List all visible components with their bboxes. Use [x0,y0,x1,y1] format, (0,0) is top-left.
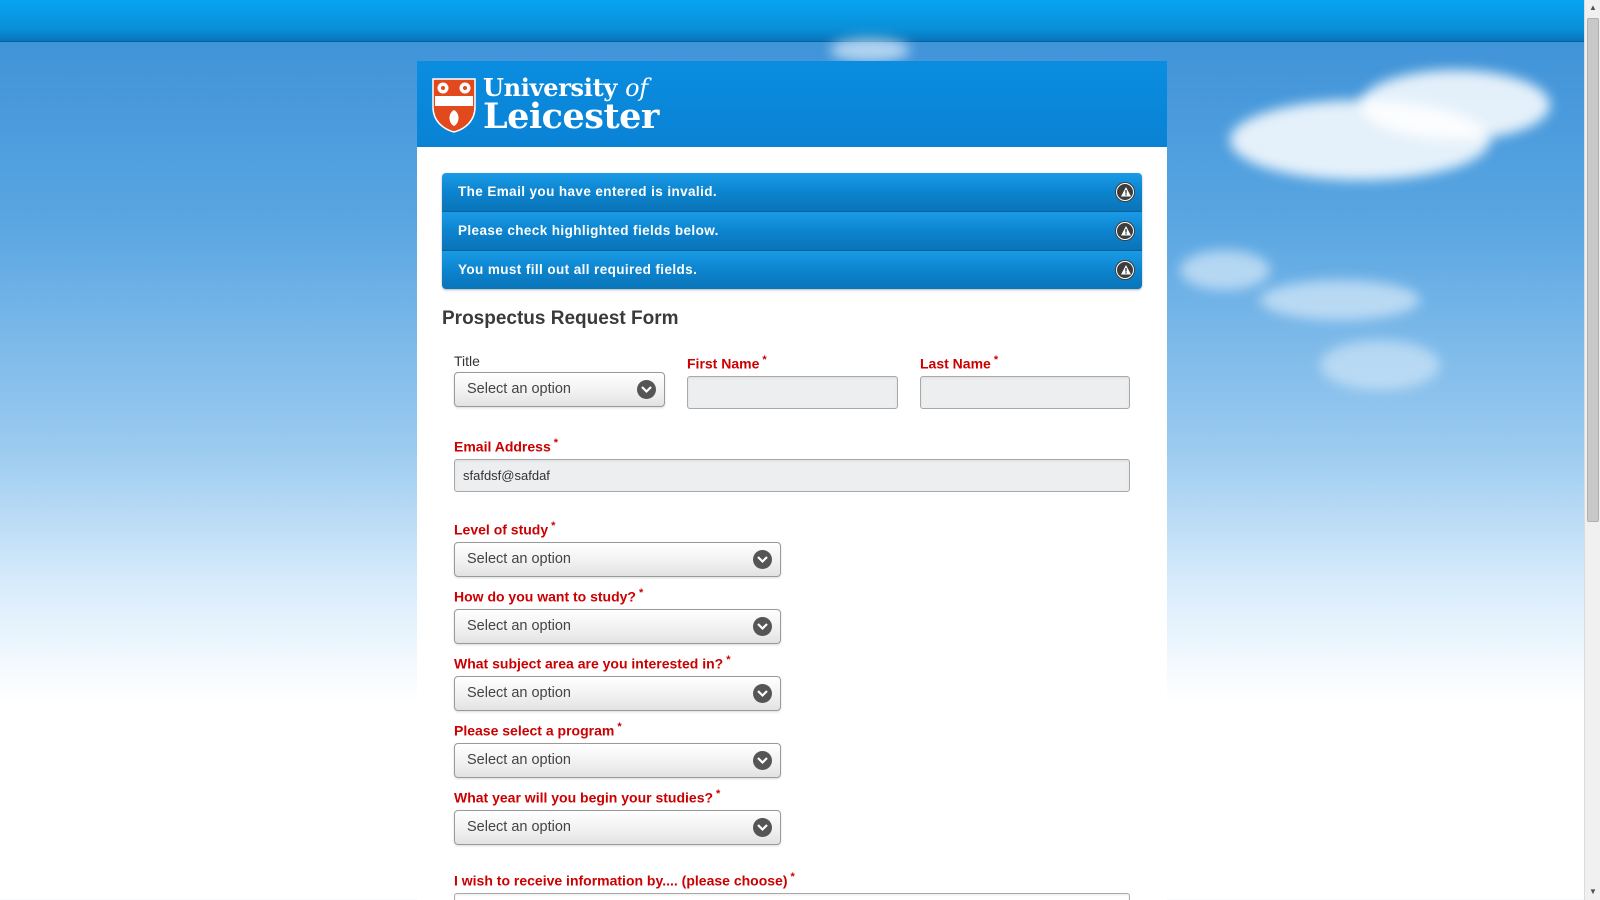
form-container: University of Leicester The Email you ha… [417,61,1167,900]
title-select-value: Select an option [467,381,571,397]
scroll-thumb[interactable] [1587,18,1599,522]
alert-text: The Email you have entered is invalid. [458,184,718,199]
study-mode-label-text: How do you want to study? [454,588,636,605]
subject-area-label: What subject area are you interested in?… [454,654,730,672]
program-select[interactable]: Select an option [454,743,781,778]
program-label-text: Please select a program [454,722,615,739]
warning-icon [1116,183,1134,201]
start-year-label: What year will you begin your studies? * [454,788,720,806]
contact-method-label-text: I wish to receive information by.... (pl… [454,872,788,889]
university-wordmark: University of Leicester [483,76,659,137]
alert-text: You must fill out all required fields. [458,262,698,277]
level-of-study-select[interactable]: Select an option [454,542,781,577]
required-marker: * [551,520,556,532]
chevron-down-icon [637,380,656,399]
required-marker: * [617,721,622,733]
contact-method-box[interactable] [454,893,1130,900]
title-label: Title [454,353,480,369]
email-label-text: Email Address [454,438,551,455]
email-label: Email Address * [454,437,558,455]
last-name-label-text: Last Name [920,355,991,372]
required-marker: * [790,871,795,883]
warning-icon [1116,261,1134,279]
study-mode-select[interactable]: Select an option [454,609,781,644]
required-marker: * [639,587,644,599]
last-name-label: Last Name * [920,354,998,372]
email-field[interactable]: sfafdsf@safdaf [454,459,1130,492]
required-marker: * [716,788,721,800]
chevron-down-icon [753,818,772,837]
sky-cloud [1180,250,1270,290]
scroll-down-arrow-icon[interactable]: ▼ [1585,884,1600,900]
program-label: Please select a program * [454,721,622,739]
required-marker: * [993,354,999,366]
title-select[interactable]: Select an option [454,372,665,407]
top-bar [0,0,1584,42]
crest-icon [432,78,476,133]
start-year-value: Select an option [467,819,571,835]
first-name-label: First Name * [687,354,767,372]
alert-text: Please check highlighted fields below. [458,223,719,238]
start-year-label-text: What year will you begin your studies? [454,789,714,806]
sky-cloud [1320,340,1440,390]
sky-cloud [830,38,910,62]
required-marker: * [762,354,767,366]
scroll-up-arrow-icon[interactable]: ▲ [1585,0,1600,16]
subject-area-value: Select an option [467,685,571,701]
contact-method-label: I wish to receive information by.... (pl… [454,871,795,889]
first-name-field[interactable] [687,376,898,409]
level-of-study-value: Select an option [467,551,571,567]
study-mode-label: How do you want to study? * [454,587,643,605]
level-of-study-label-text: Level of study [454,521,549,538]
sky-cloud [1260,280,1420,320]
last-name-field[interactable] [920,376,1130,409]
required-marker: * [553,437,559,449]
alert-check-highlighted: Please check highlighted fields below. [442,212,1142,251]
form-title: Prospectus Request Form [442,308,679,329]
required-marker: * [726,654,731,666]
chevron-down-icon [753,550,772,569]
start-year-select[interactable]: Select an option [454,810,781,845]
page-scrollbar[interactable]: ▲ ▼ [1584,0,1600,900]
university-logo[interactable]: University of Leicester [431,75,659,135]
alert-required-fields: You must fill out all required fields. [442,251,1142,289]
error-alerts: The Email you have entered is invalid. P… [442,173,1142,289]
header-banner: University of Leicester [417,61,1167,147]
chevron-down-icon [753,751,772,770]
alert-invalid-email: The Email you have entered is invalid. [442,173,1142,212]
subject-area-label-text: What subject area are you interested in? [454,655,724,672]
first-name-label-text: First Name [687,355,760,372]
chevron-down-icon [753,684,772,703]
sky-cloud [1360,70,1550,140]
warning-icon [1116,222,1134,240]
program-value: Select an option [467,752,571,768]
level-of-study-label: Level of study * [454,520,555,538]
wordmark-line2: Leicester [483,96,659,137]
subject-area-select[interactable]: Select an option [454,676,781,711]
study-mode-value: Select an option [467,618,571,634]
chevron-down-icon [753,617,772,636]
